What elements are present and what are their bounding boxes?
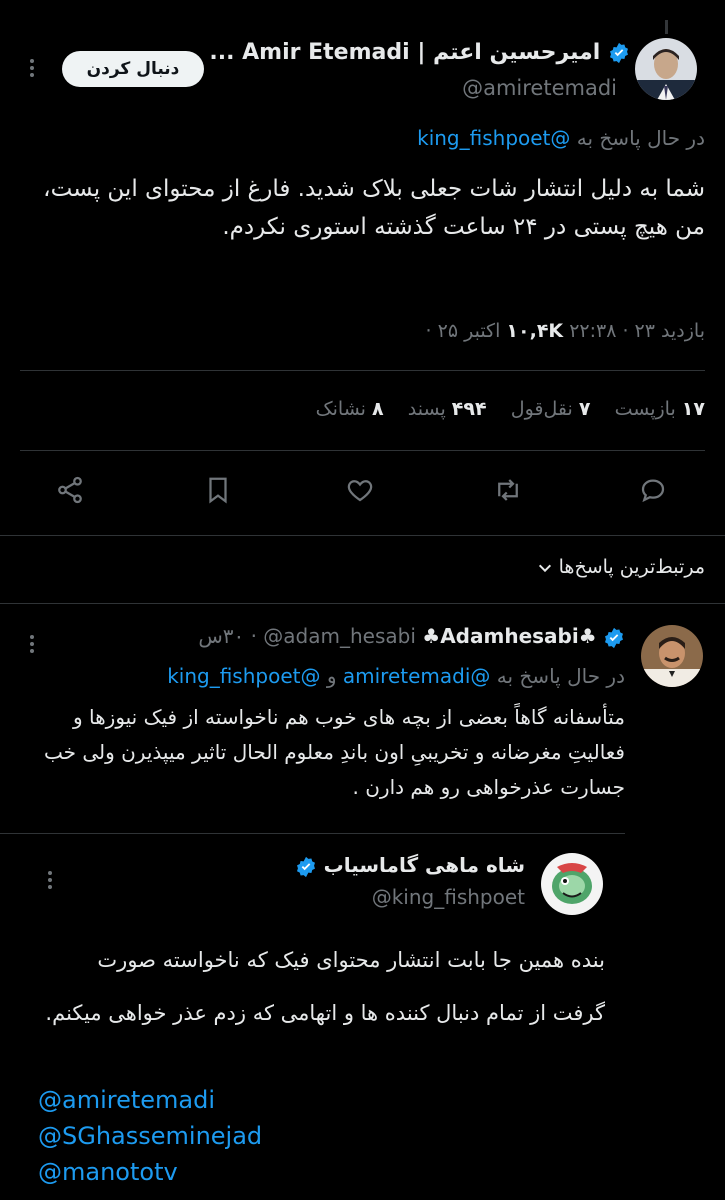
quoted-display-name: شاه ماهی گاماسیاب <box>323 853 525 877</box>
bookmark-icon[interactable] <box>203 475 233 509</box>
reply-time[interactable]: ۳۰س <box>198 624 244 648</box>
divider <box>0 603 725 604</box>
retweets-stat[interactable]: ۱۷ بازپست <box>609 398 705 420</box>
reply-author-avatar[interactable] <box>641 625 703 687</box>
divider <box>0 833 625 834</box>
thread-line <box>665 20 668 34</box>
share-icon[interactable] <box>55 475 85 509</box>
retweet-icon[interactable] <box>493 475 523 509</box>
author-display-name: امیرحسین اعتم | Amir Etemadi ... <box>209 40 601 65</box>
mention-link[interactable]: @king_fishpoet <box>417 126 570 150</box>
mention-link[interactable]: @amiretemadi <box>343 664 491 688</box>
reply-handle: @adam_hesabi <box>263 624 416 648</box>
reply-author-row[interactable]: ♣Adamhesabi♣ @adam_hesabi · ۳۰س <box>65 624 625 654</box>
mention-link[interactable]: @SGhasseminejad <box>38 1118 262 1154</box>
quoted-text: بنده همین جا بابت انتشار محتوای فیک که ن… <box>45 948 605 1025</box>
reply-text: متأسفانه گاهاً بعضی از بچه های خوب هم نا… <box>43 705 625 799</box>
reply-display-name: ♣Adamhesabi♣ <box>422 624 597 648</box>
tweet-meta: بازدید ۱۰,۴K ۲۲:۳۸ · ۲۳ اکتبر ۲۵ · <box>25 320 705 342</box>
divider <box>20 370 705 371</box>
replies-sort-label: مرتبط‌ترین پاسخ‌ها <box>558 556 705 578</box>
tweet-stats: ۱۷ بازپست ۷ نقل‌قول ۴۹۴ پسند ۸ نشانک <box>25 398 705 420</box>
mention-link[interactable]: @king_fishpoet <box>167 664 320 688</box>
like-icon[interactable] <box>345 475 375 509</box>
verified-badge-icon <box>296 856 315 877</box>
author-handle[interactable]: @amiretemadi <box>462 76 617 100</box>
views-label: بازدید <box>661 320 705 342</box>
replying-prefix: در حال پاسخ به <box>576 126 705 150</box>
reply-icon[interactable] <box>638 475 668 509</box>
quoted-handle[interactable]: @king_fishpoet <box>372 885 525 909</box>
and-word: و <box>326 664 337 688</box>
quoted-author-avatar[interactable] <box>541 853 603 915</box>
follow-button[interactable]: دنبال کردن <box>62 51 204 87</box>
divider <box>0 535 725 536</box>
quoted-author-row[interactable]: شاه ماهی گاماسیاب <box>125 853 525 878</box>
quoted-more-options-icon[interactable] <box>48 868 52 892</box>
replying-to: در حال پاسخ به @king_fishpoet <box>25 126 705 150</box>
likes-stat[interactable]: ۴۹۴ پسند <box>402 398 487 420</box>
quoted-mentions: @amiretemadi @SGhasseminejad @manototv <box>38 1082 262 1190</box>
divider <box>20 450 705 451</box>
verified-badge-icon <box>610 42 628 64</box>
replying-prefix: در حال پاسخ به <box>496 664 625 688</box>
tweet-text: شما به دلیل انتشار شات جعلی بلاک شدید. ف… <box>43 176 705 240</box>
views-count[interactable]: ۱۰,۴K <box>506 320 563 342</box>
author-avatar[interactable] <box>635 38 697 100</box>
chevron-down-icon <box>538 564 551 572</box>
quotes-stat[interactable]: ۷ نقل‌قول <box>505 398 591 420</box>
more-options-icon[interactable] <box>30 56 34 80</box>
replies-sort-dropdown[interactable]: مرتبط‌ترین پاسخ‌ها <box>405 556 705 578</box>
mention-link[interactable]: @manototv <box>38 1154 262 1190</box>
reply-more-options-icon[interactable] <box>30 632 34 656</box>
bookmarks-stat[interactable]: ۸ نشانک <box>316 398 384 420</box>
mention-link[interactable]: @amiretemadi <box>38 1082 262 1118</box>
verified-badge-icon <box>605 627 623 648</box>
author-name-row[interactable]: امیرحسین اعتم | Amir Etemadi ... <box>209 40 630 70</box>
reply-replying-to: در حال پاسخ به @amiretemadi و @king_fish… <box>25 662 625 690</box>
